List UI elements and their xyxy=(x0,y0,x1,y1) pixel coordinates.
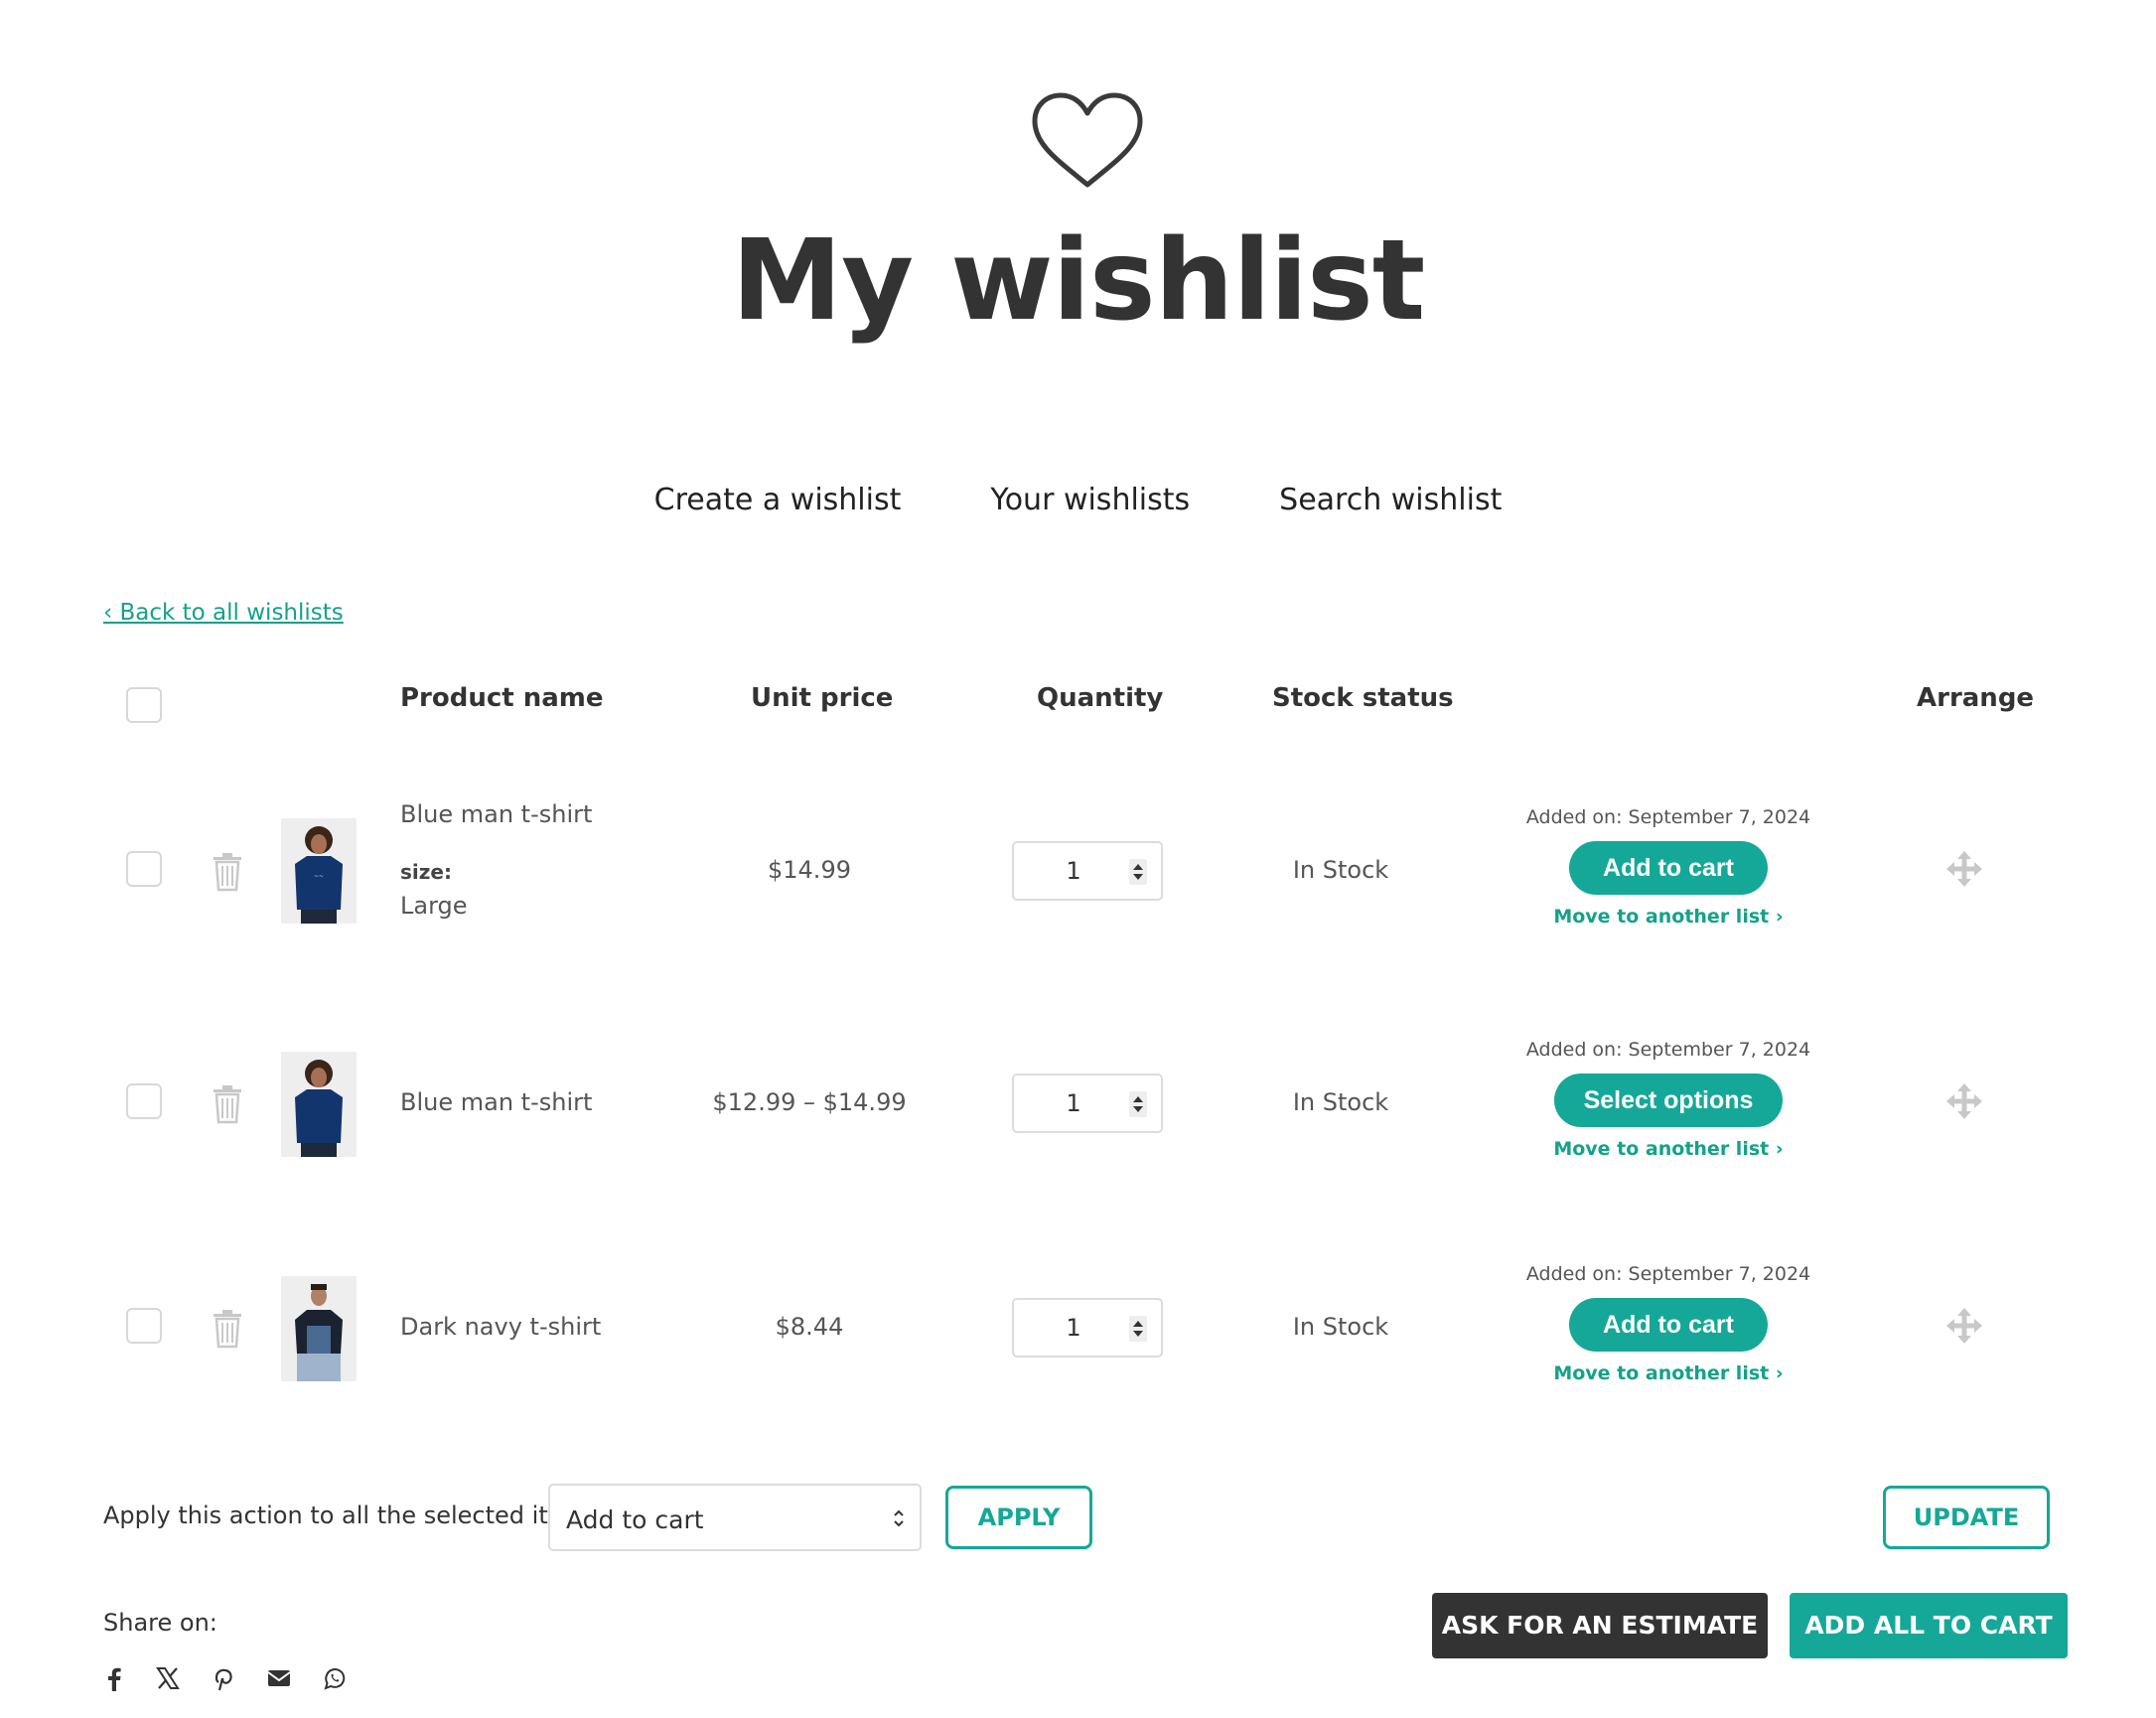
blue-tshirt-model-thumbnail-icon[interactable] xyxy=(281,1052,357,1157)
added-on-date: Added on: September 7, 2024 xyxy=(1525,1039,1811,1061)
quantity-value: 1 xyxy=(1066,857,1081,885)
blue-tshirt-model-thumbnail-icon[interactable]: ~~ xyxy=(281,818,357,924)
wishlist-nav: Create a wishlist Your wishlists Search … xyxy=(0,483,2156,517)
header-stock-status: Stock status xyxy=(1272,683,1454,713)
quantity-value: 1 xyxy=(1066,1089,1081,1117)
header-quantity: Quantity xyxy=(1037,683,1164,713)
product-name[interactable]: Blue man t-shirt xyxy=(400,800,592,828)
navy-tshirt-model-thumbnail-icon[interactable] xyxy=(281,1276,357,1381)
x-icon[interactable] xyxy=(154,1664,182,1692)
added-on-date: Added on: September 7, 2024 xyxy=(1525,1263,1811,1285)
row-checkbox[interactable] xyxy=(126,1083,162,1119)
page-title: My wishlist xyxy=(731,216,1426,346)
add-all-to-cart-button[interactable]: ADD ALL TO CART xyxy=(1790,1593,2068,1658)
email-icon[interactable] xyxy=(265,1664,293,1692)
move-arrows-icon[interactable] xyxy=(1944,1081,1984,1121)
update-button[interactable]: UPDATE xyxy=(1883,1486,2050,1549)
unit-price: $12.99 – $14.99 xyxy=(712,1088,907,1116)
select-all-checkbox[interactable] xyxy=(126,687,162,723)
bulk-action-label: Apply this action to all the selected it… xyxy=(103,1502,607,1529)
facebook-icon[interactable] xyxy=(100,1664,128,1692)
variation-label: size: xyxy=(400,860,452,884)
nav-search-wishlist[interactable]: Search wishlist xyxy=(1279,483,1502,517)
bulk-action-select[interactable]: Add to cart xyxy=(548,1484,922,1551)
add-to-cart-button[interactable]: Add to cart xyxy=(1569,841,1768,895)
header-unit-price: Unit price xyxy=(751,683,894,713)
move-arrows-icon[interactable] xyxy=(1944,849,1984,889)
move-to-another-list-link[interactable]: Move to another list › xyxy=(1500,906,1837,928)
stock-status: In Stock xyxy=(1292,1313,1389,1341)
move-to-another-list-link[interactable]: Move to another list › xyxy=(1500,1138,1837,1160)
spin-arrows-icon[interactable] xyxy=(1129,1316,1147,1342)
apply-button[interactable]: APPLY xyxy=(945,1486,1092,1549)
stock-status: In Stock xyxy=(1292,1088,1389,1116)
quantity-value: 1 xyxy=(1066,1314,1081,1342)
spin-arrows-icon[interactable] xyxy=(1129,1091,1147,1117)
svg-text:~~: ~~ xyxy=(314,873,324,880)
trash-icon[interactable] xyxy=(212,1084,243,1124)
stock-status: In Stock xyxy=(1292,856,1389,884)
nav-create-wishlist[interactable]: Create a wishlist xyxy=(654,483,902,517)
quantity-stepper[interactable]: 1 xyxy=(1012,1298,1163,1358)
chevron-updown-icon xyxy=(894,1509,904,1527)
back-to-wishlists-link[interactable]: ‹ Back to all wishlists xyxy=(103,600,344,626)
spin-arrows-icon[interactable] xyxy=(1129,859,1147,885)
product-name[interactable]: Dark navy t-shirt xyxy=(400,1313,601,1341)
row-checkbox[interactable] xyxy=(126,1308,162,1344)
unit-price: $8.44 xyxy=(775,1313,844,1341)
pinterest-icon[interactable] xyxy=(210,1664,237,1692)
move-arrows-icon[interactable] xyxy=(1944,1306,1984,1346)
row-checkbox[interactable] xyxy=(126,851,162,887)
heart-icon xyxy=(1032,92,1143,188)
quantity-stepper[interactable]: 1 xyxy=(1012,841,1163,901)
ask-for-estimate-button[interactable]: ASK FOR AN ESTIMATE xyxy=(1432,1593,1768,1658)
variation-value: Large xyxy=(400,892,468,920)
trash-icon[interactable] xyxy=(212,852,243,892)
product-name[interactable]: Blue man t-shirt xyxy=(400,1088,592,1116)
nav-your-wishlists[interactable]: Your wishlists xyxy=(990,483,1190,517)
added-on-date: Added on: September 7, 2024 xyxy=(1525,806,1811,828)
share-label: Share on: xyxy=(103,1609,217,1637)
unit-price: $14.99 xyxy=(768,856,851,884)
header-arrange: Arrange xyxy=(1917,683,2035,713)
add-to-cart-button[interactable]: Add to cart xyxy=(1569,1298,1768,1352)
trash-icon[interactable] xyxy=(212,1309,243,1349)
selected-option: Add to cart xyxy=(566,1505,704,1534)
header-product-name: Product name xyxy=(400,683,604,713)
quantity-stepper[interactable]: 1 xyxy=(1012,1074,1163,1133)
move-to-another-list-link[interactable]: Move to another list › xyxy=(1500,1362,1837,1384)
whatsapp-icon[interactable] xyxy=(321,1664,349,1692)
select-options-button[interactable]: Select options xyxy=(1554,1074,1783,1127)
